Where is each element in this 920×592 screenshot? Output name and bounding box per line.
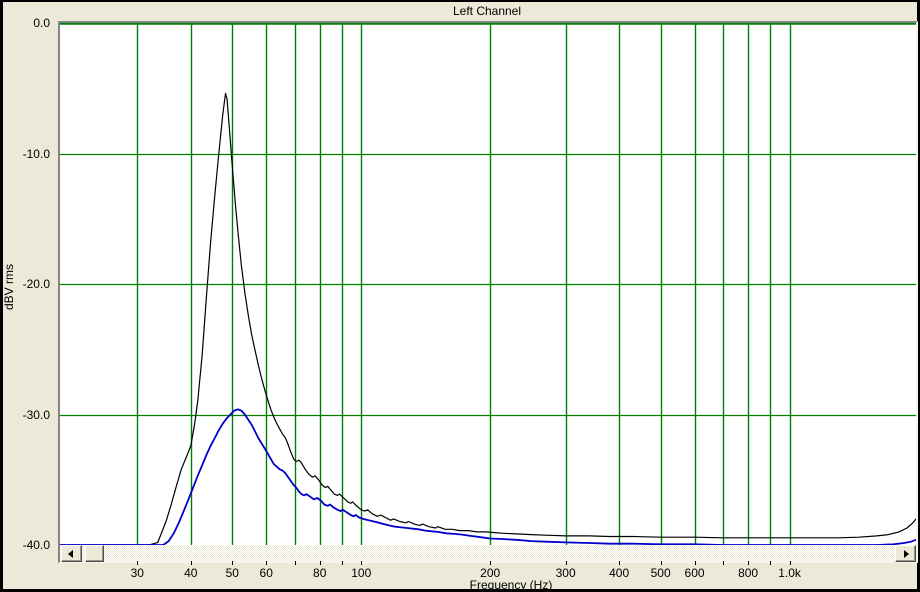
- y-tick-label: 0.0: [33, 16, 50, 30]
- x-tick-label: 600: [684, 566, 705, 580]
- plot-area: [58, 21, 918, 563]
- x-tick-mark: [295, 561, 296, 565]
- spectrum-trace-blue: [60, 408, 916, 545]
- x-tick-label: 80: [313, 566, 327, 580]
- x-tick-mark: [723, 561, 724, 565]
- x-tick-mark: [566, 561, 567, 565]
- app-window: Left Channel dBV rms 0.0 -10.0 -20.0 -30.0-…: [2, 2, 918, 592]
- x-tick-label: 300: [555, 566, 576, 580]
- scroll-left-icon: [68, 550, 73, 558]
- x-tick-label: 100: [351, 566, 372, 580]
- x-tick-mark: [191, 561, 192, 565]
- x-tick-mark: [232, 561, 233, 565]
- x-tick-label: 500: [650, 566, 671, 580]
- horizontal-scrollbar[interactable]: [60, 545, 916, 562]
- x-axis-title: Frequency (Hz): [469, 578, 553, 592]
- grid-layer: [60, 23, 916, 545]
- x-tick-mark: [619, 561, 620, 565]
- spectrum-trace-black: [60, 92, 916, 545]
- x-tick-label: 400: [609, 566, 630, 580]
- x-tick-label: 800: [738, 566, 759, 580]
- x-tick-label: 50: [225, 566, 239, 580]
- scroll-thumb[interactable]: [85, 545, 104, 562]
- x-tick-mark: [490, 561, 491, 565]
- scroll-left-button[interactable]: [61, 545, 82, 562]
- y-tick-label: -20.0: [22, 277, 50, 291]
- x-tick-mark: [661, 561, 662, 565]
- x-tick-label: 1.0k: [778, 566, 801, 580]
- x-tick-mark: [266, 561, 267, 565]
- y-tick-label: -10.0: [22, 146, 50, 161]
- x-tick-mark: [695, 561, 696, 565]
- x-tick-mark: [790, 561, 791, 565]
- x-tick-mark: [361, 561, 362, 565]
- x-tick-mark: [320, 561, 321, 565]
- y-tick-label: -30.0: [22, 407, 50, 422]
- spectrum-plot: [60, 23, 916, 545]
- x-tick-label: 30: [130, 566, 144, 580]
- x-tick-label: 40: [184, 566, 198, 580]
- scroll-right-icon: [904, 550, 909, 558]
- y-tick-label: -40.0: [22, 538, 50, 552]
- x-tick-mark: [137, 561, 138, 565]
- x-tick-mark: [770, 561, 771, 565]
- chart-title: Left Channel: [452, 4, 522, 18]
- x-tick-mark: [342, 561, 343, 565]
- x-tick-mark: [748, 561, 749, 565]
- scroll-right-button[interactable]: [895, 545, 916, 562]
- x-tick-label: 60: [259, 566, 273, 580]
